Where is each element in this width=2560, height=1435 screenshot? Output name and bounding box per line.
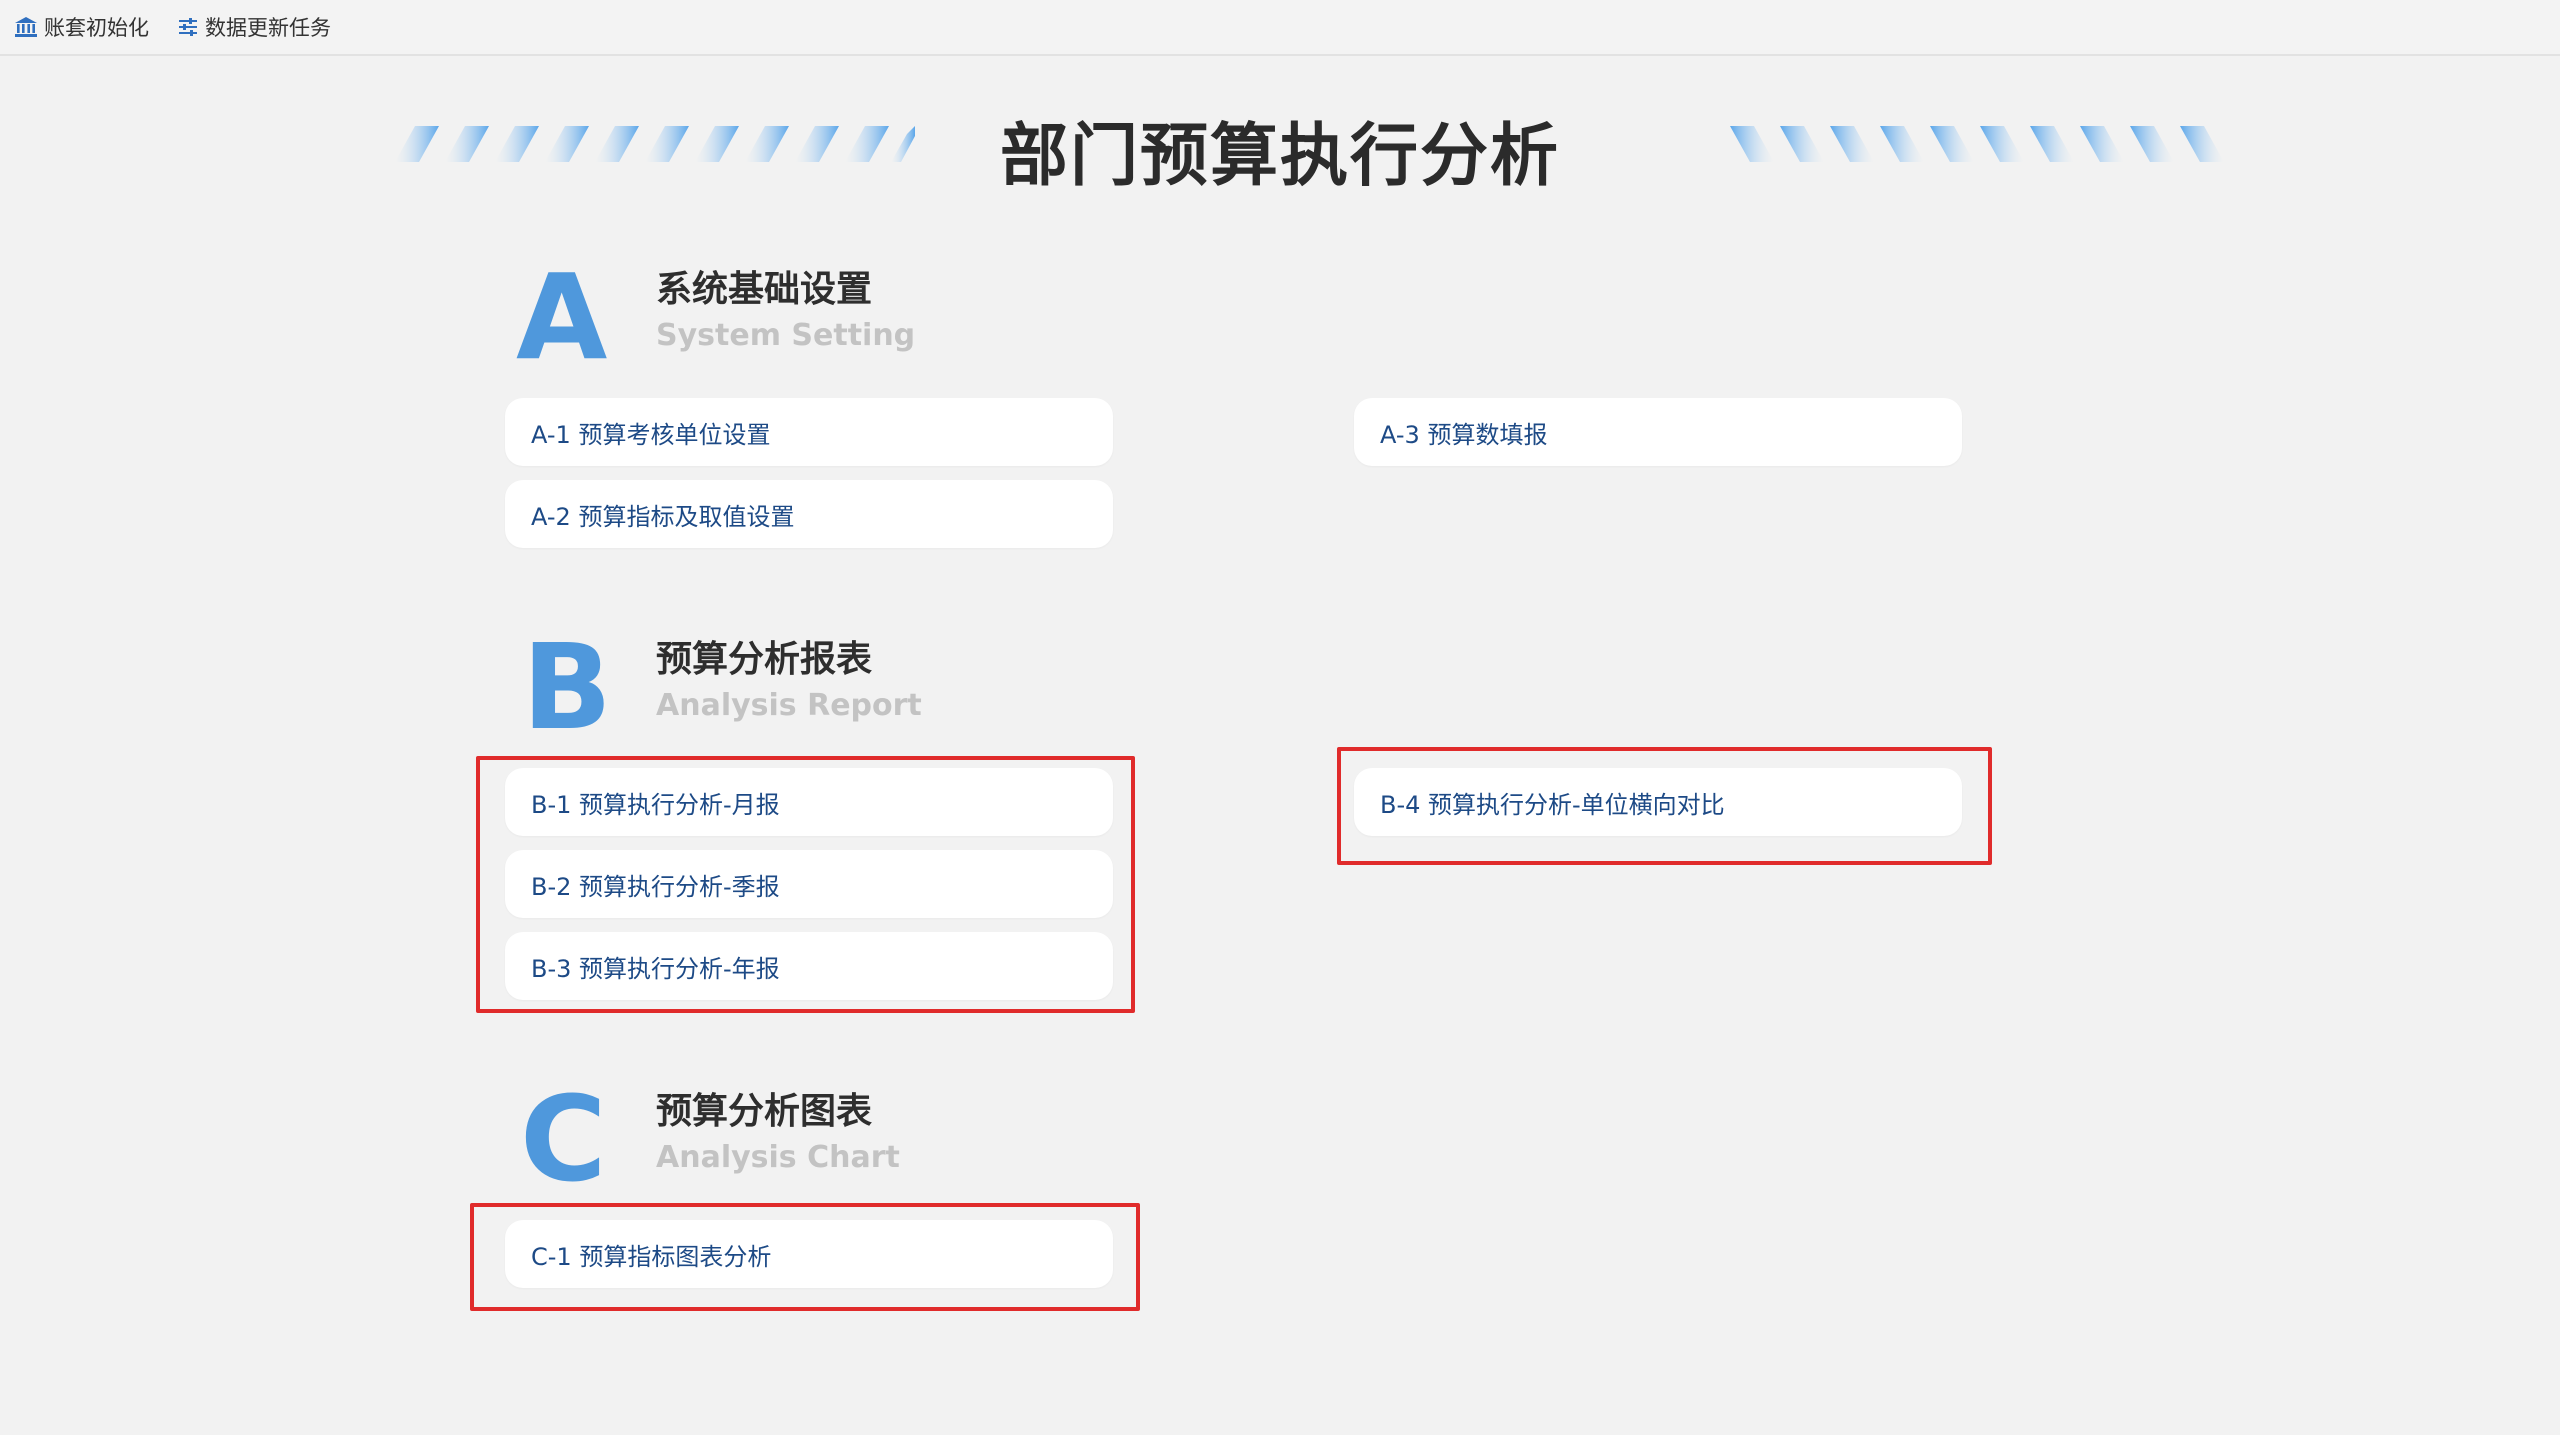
sliders-icon (177, 17, 199, 37)
app-window: 账套初始化 数据更新任务 部门预算执行分析 A 系统基础设置 System Se… (0, 0, 2560, 1435)
section-c-subtitle: Analysis Chart (656, 1140, 900, 1175)
bank-icon (14, 16, 38, 38)
section-b-subtitle: Analysis Report (656, 688, 922, 723)
account-init-label: 账套初始化 (44, 16, 149, 40)
highlight-box-b4 (1337, 747, 1992, 865)
section-c-title: 预算分析图表 (656, 1091, 873, 1132)
data-update-task-label: 数据更新任务 (205, 16, 331, 40)
top-toolbar: 账套初始化 数据更新任务 (0, 0, 2560, 56)
section-a-title: 系统基础设置 (656, 269, 873, 310)
data-update-task-button[interactable]: 数据更新任务 (177, 12, 331, 42)
section-a-letter: A (516, 248, 608, 386)
section-c-letter: C (520, 1070, 607, 1208)
section-a-subtitle: System Setting (656, 318, 916, 353)
menu-item-a1[interactable]: A-1 预算考核单位设置 (505, 398, 1113, 466)
account-init-button[interactable]: 账套初始化 (14, 12, 149, 42)
menu-item-a2[interactable]: A-2 预算指标及取值设置 (505, 480, 1113, 548)
highlight-box-c1 (470, 1203, 1140, 1311)
section-b-letter: B (522, 618, 612, 756)
highlight-box-b1-b3 (476, 756, 1135, 1013)
decorative-stripes-right (1730, 126, 2224, 162)
menu-item-a3[interactable]: A-3 预算数填报 (1354, 398, 1962, 466)
section-b-title: 预算分析报表 (656, 639, 873, 680)
